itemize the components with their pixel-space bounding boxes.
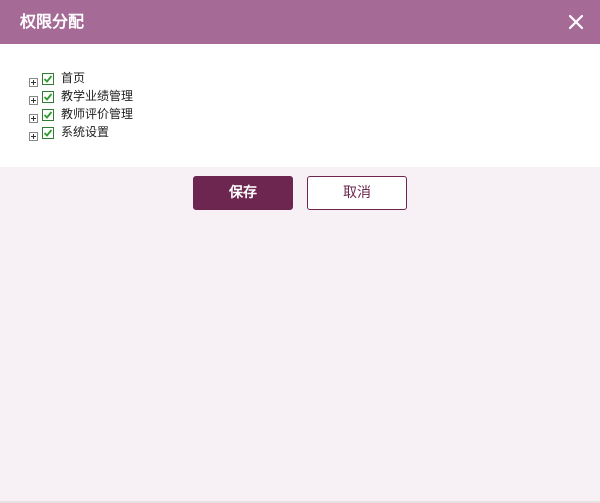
tree-node-label[interactable]: 首页 — [61, 69, 85, 87]
tree-node-teaching-performance: 教学业绩管理 — [29, 87, 133, 105]
checked-box-icon[interactable] — [42, 72, 54, 85]
permission-tree-panel: 首页 教学业绩管理 教师评价管理 系统设置 — [0, 44, 600, 167]
tree-node-label[interactable]: 教师评价管理 — [61, 105, 133, 123]
plus-box-icon[interactable] — [29, 92, 38, 105]
close-icon[interactable] — [566, 12, 586, 32]
tree-node-label[interactable]: 教学业绩管理 — [61, 87, 133, 105]
cancel-button[interactable]: 取消 — [307, 176, 407, 210]
plus-box-icon[interactable] — [29, 110, 38, 123]
permission-tree: 首页 教学业绩管理 教师评价管理 系统设置 — [29, 69, 133, 141]
plus-box-icon[interactable] — [29, 128, 38, 141]
plus-box-icon[interactable] — [29, 74, 38, 87]
permission-dialog: 权限分配 首页 教学业绩管理 教师评价管理 系统设置 保存 取消 — [0, 0, 600, 503]
checked-box-icon[interactable] — [42, 90, 54, 103]
tree-node-home: 首页 — [29, 69, 133, 87]
save-button[interactable]: 保存 — [193, 176, 293, 210]
dialog-titlebar: 权限分配 — [0, 0, 600, 44]
checked-box-icon[interactable] — [42, 126, 54, 139]
tree-node-system-settings: 系统设置 — [29, 123, 133, 141]
dialog-title: 权限分配 — [20, 12, 85, 31]
tree-node-label[interactable]: 系统设置 — [61, 123, 109, 141]
checked-box-icon[interactable] — [42, 108, 54, 121]
tree-node-teacher-evaluation: 教师评价管理 — [29, 105, 133, 123]
